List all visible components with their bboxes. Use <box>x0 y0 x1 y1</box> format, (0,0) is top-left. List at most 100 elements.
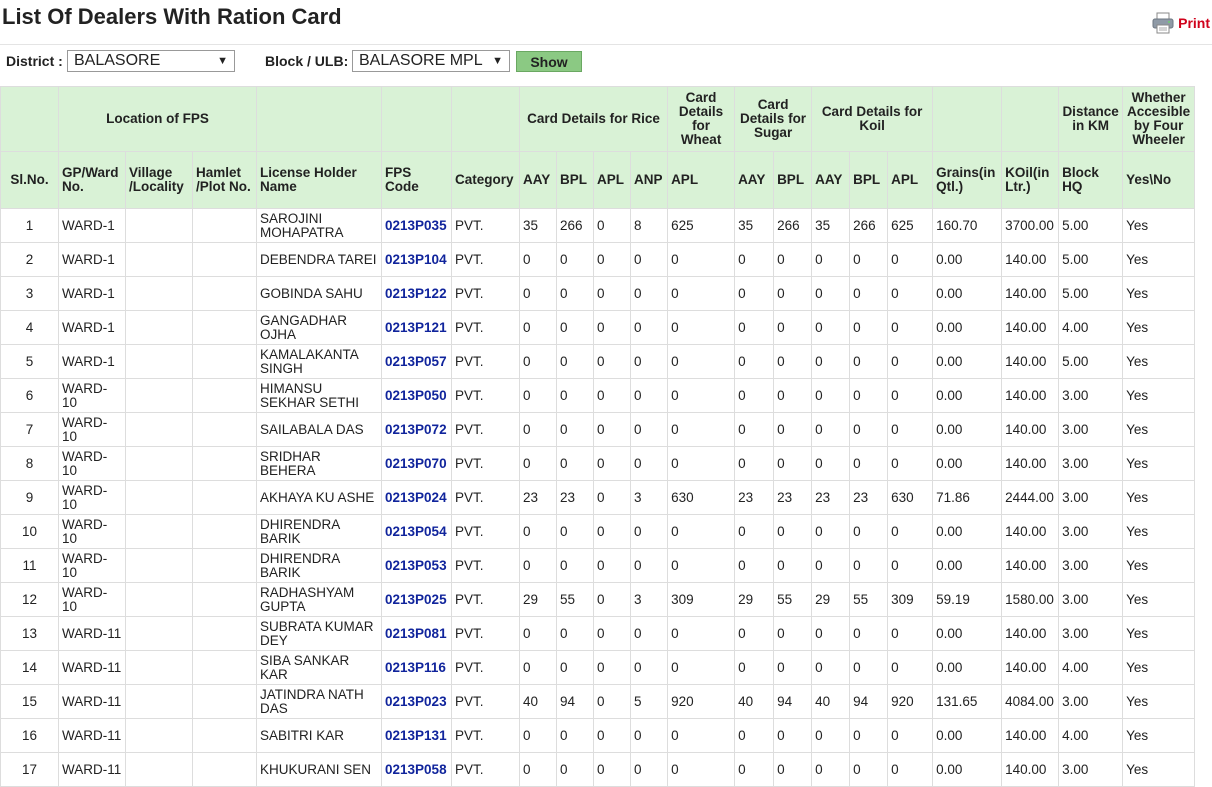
cell-koil: 140.00 <box>1001 752 1060 787</box>
cell-w-apl: 920 <box>667 684 736 719</box>
cell-k-bpl: 0 <box>849 616 889 651</box>
cell-r-bpl: 0 <box>556 276 595 311</box>
cell-cat: PVT. <box>451 616 521 651</box>
cell-village <box>125 480 193 515</box>
fps-code-link[interactable]: 0213P081 <box>381 616 453 651</box>
fps-code-link[interactable]: 0213P131 <box>381 718 453 753</box>
cell-ward: WARD-10 <box>58 480 126 515</box>
table-row: 11 WARD-10 DHIRENDRA BARIK 0213P053 PVT. 0 0 0 0… <box>0 548 1196 583</box>
cell-s-bpl: 0 <box>773 378 813 413</box>
show-button[interactable]: Show <box>516 51 582 72</box>
fps-code-link[interactable]: 0213P025 <box>381 582 453 617</box>
table-body: 1 WARD-1 SAROJINI MOHAPATRA 0213P035 PVT. 35 2… <box>0 208 1196 787</box>
cell-k-aay: 0 <box>811 752 851 787</box>
cell-name: GOBINDA SAHU <box>256 276 383 311</box>
cell-r-anp: 0 <box>630 752 669 787</box>
cell-r-aay: 23 <box>519 480 558 515</box>
cell-sl: 3 <box>0 276 59 311</box>
cell-s-bpl: 0 <box>773 650 813 685</box>
cell-k-aay: 29 <box>811 582 851 617</box>
fps-code-link[interactable]: 0213P035 <box>381 208 453 243</box>
cell-grains: 59.19 <box>932 582 1003 617</box>
cell-hamlet <box>191 616 258 651</box>
cell-s-aay: 40 <box>734 684 775 719</box>
cell-dist: 3.00 <box>1058 616 1124 651</box>
cell-r-anp: 0 <box>630 718 669 753</box>
cell-k-apl: 309 <box>887 582 934 617</box>
cell-r-aay: 0 <box>519 752 558 787</box>
table-row: 3 WARD-1 GOBINDA SAHU 0213P122 PVT. 0 0 0 0 0 0 0 0 0… <box>0 276 1196 311</box>
cell-s-aay: 0 <box>734 514 775 549</box>
cell-dist: 4.00 <box>1058 650 1124 685</box>
fps-code-link[interactable]: 0213P050 <box>381 378 453 413</box>
cell-s-bpl: 0 <box>773 412 813 447</box>
cell-r-bpl: 0 <box>556 616 595 651</box>
cell-village <box>125 446 193 481</box>
cell-ward: WARD-1 <box>58 242 126 277</box>
column-header: Yes\No <box>1122 151 1196 209</box>
cell-grains: 0.00 <box>932 752 1003 787</box>
cell-sl: 13 <box>0 616 59 651</box>
cell-village <box>125 752 193 787</box>
cell-k-apl: 0 <box>887 616 934 651</box>
cell-w-apl: 0 <box>667 344 736 379</box>
cell-yes: Yes <box>1122 276 1196 311</box>
block-select[interactable]: BALASORE MPL ▼ <box>352 50 510 72</box>
column-header: GP/Ward No. <box>58 151 126 209</box>
cell-sl: 2 <box>0 242 59 277</box>
fps-code-link[interactable]: 0213P104 <box>381 242 453 277</box>
district-select[interactable]: BALASORE ▼ <box>67 50 235 72</box>
cell-w-apl: 0 <box>667 514 736 549</box>
cell-r-apl: 0 <box>593 276 632 311</box>
cell-k-apl: 0 <box>887 446 934 481</box>
cell-ward: WARD-10 <box>58 378 126 413</box>
cell-k-apl: 0 <box>887 412 934 447</box>
cell-w-apl: 309 <box>667 582 736 617</box>
fps-code-link[interactable]: 0213P122 <box>381 276 453 311</box>
fps-code-link[interactable]: 0213P024 <box>381 480 453 515</box>
cell-r-aay: 0 <box>519 344 558 379</box>
cell-k-aay: 0 <box>811 344 851 379</box>
print-button[interactable]: Print <box>1152 12 1210 34</box>
cell-r-anp: 0 <box>630 310 669 345</box>
cell-grains: 0.00 <box>932 412 1003 447</box>
cell-s-aay: 0 <box>734 242 775 277</box>
fps-code-link[interactable]: 0213P058 <box>381 752 453 787</box>
cell-r-apl: 0 <box>593 752 632 787</box>
cell-name: GANGADHAR OJHA <box>256 310 383 345</box>
cell-name: SAROJINI MOHAPATRA <box>256 208 383 243</box>
table-row: 13 WARD-11 SUBRATA KUMAR DEY 0213P081 PVT. 0 0… <box>0 616 1196 651</box>
cell-name: DHIRENDRA BARIK <box>256 514 383 549</box>
table-row: 7 WARD-10 SAILABALA DAS 0213P072 PVT. 0 0 0 0 0 0 0… <box>0 412 1196 447</box>
print-label: Print <box>1178 15 1210 31</box>
cell-s-aay: 0 <box>734 616 775 651</box>
fps-code-link[interactable]: 0213P070 <box>381 446 453 481</box>
cell-name: RADHASHYAM GUPTA <box>256 582 383 617</box>
cell-grains: 0.00 <box>932 616 1003 651</box>
cell-village <box>125 276 193 311</box>
cell-r-bpl: 266 <box>556 208 595 243</box>
cell-hamlet <box>191 446 258 481</box>
table-row: 15 WARD-11 JATINDRA NATH DAS 0213P023 PVT. 40… <box>0 684 1196 719</box>
cell-k-bpl: 0 <box>849 378 889 413</box>
cell-hamlet <box>191 718 258 753</box>
cell-k-apl: 0 <box>887 514 934 549</box>
fps-code-link[interactable]: 0213P072 <box>381 412 453 447</box>
cell-r-apl: 0 <box>593 310 632 345</box>
cell-ward: WARD-10 <box>58 412 126 447</box>
cell-koil: 140.00 <box>1001 650 1060 685</box>
fps-code-link[interactable]: 0213P121 <box>381 310 453 345</box>
fps-code-link[interactable]: 0213P057 <box>381 344 453 379</box>
cell-r-anp: 0 <box>630 616 669 651</box>
header-location: Location of FPS <box>57 86 258 152</box>
fps-code-link[interactable]: 0213P116 <box>381 650 453 685</box>
table-row: 12 WARD-10 RADHASHYAM GUPTA 0213P025 PVT. 29 5… <box>0 582 1196 617</box>
fps-code-link[interactable]: 0213P054 <box>381 514 453 549</box>
fps-code-link[interactable]: 0213P023 <box>381 684 453 719</box>
fps-code-link[interactable]: 0213P053 <box>381 548 453 583</box>
cell-grains: 160.70 <box>932 208 1003 243</box>
cell-k-aay: 23 <box>811 480 851 515</box>
cell-ward: WARD-11 <box>58 752 126 787</box>
cell-yes: Yes <box>1122 718 1196 753</box>
chevron-down-icon: ▼ <box>217 55 228 67</box>
